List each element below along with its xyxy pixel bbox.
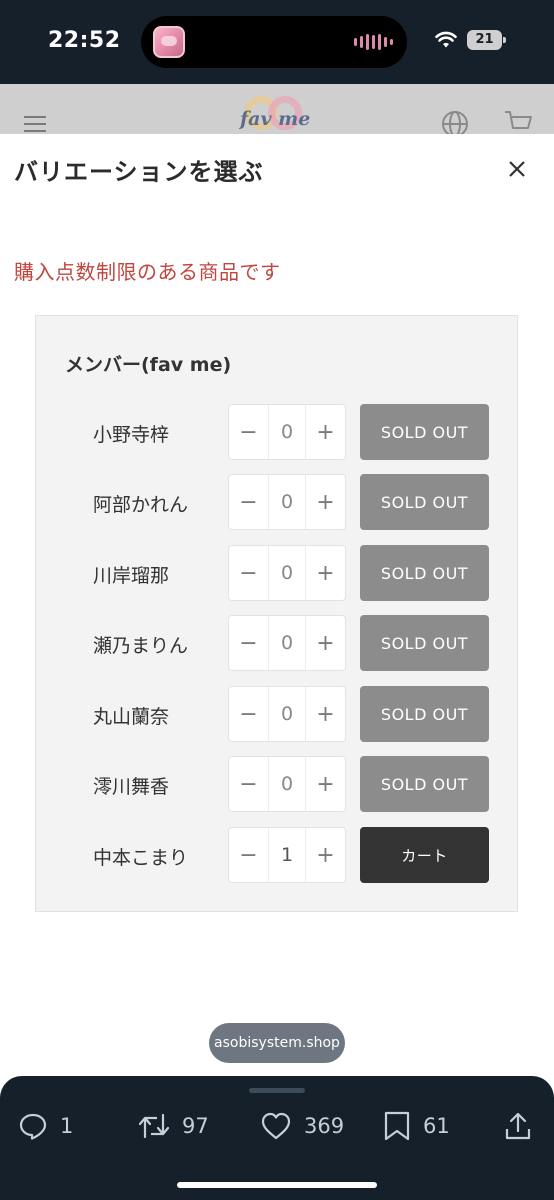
decrement-button[interactable]: − [229, 546, 268, 600]
retweet-button[interactable]: 97 [138, 1110, 209, 1142]
sold-out-button: SOLD OUT [360, 686, 489, 742]
variation-modal: バリエーションを選ぶ 購入点数制限のある商品です メンバー(fav me) 小野… [0, 134, 554, 1076]
group-label: メンバー(fav me) [65, 354, 232, 376]
shop-logo[interactable]: fav me [238, 96, 318, 134]
status-time: 22:52 [48, 28, 121, 53]
quantity-stepper: − 0 + [228, 686, 346, 742]
member-name: 丸山蘭奈 [93, 706, 170, 728]
variant-row: 川岸瑠那 − 0 + SOLD OUT [36, 545, 519, 601]
member-name: 小野寺梓 [93, 424, 170, 446]
status-bar: 22:52 21 [0, 0, 554, 84]
reply-icon [19, 1113, 47, 1140]
battery-icon: 21 [467, 30, 506, 50]
sold-out-button: SOLD OUT [360, 404, 489, 460]
hamburger-icon[interactable] [24, 116, 46, 132]
quantity-input[interactable]: 0 [268, 475, 306, 529]
cart-icon[interactable] [503, 108, 533, 134]
member-name: 川岸瑠那 [93, 565, 170, 587]
decrement-button[interactable]: − [229, 475, 268, 529]
decrement-button[interactable]: − [229, 616, 268, 670]
decrement-button[interactable]: − [229, 828, 268, 882]
quantity-stepper: − 0 + [228, 545, 346, 601]
purchase-limit-notice: 購入点数制限のある商品です [14, 260, 281, 284]
quantity-input[interactable]: 0 [268, 757, 306, 811]
quantity-stepper: − 0 + [228, 615, 346, 671]
quantity-stepper: − 1 + [228, 827, 346, 883]
close-icon[interactable] [506, 158, 528, 180]
globe-icon[interactable] [441, 110, 469, 134]
member-name: 阿部かれん [93, 494, 189, 516]
retweet-count: 97 [182, 1114, 209, 1138]
retweet-icon [138, 1113, 170, 1139]
decrement-button[interactable]: − [229, 687, 268, 741]
reply-button[interactable]: 1 [18, 1110, 73, 1142]
member-name: 瀬乃まりん [93, 635, 189, 657]
share-icon [505, 1112, 531, 1140]
sold-out-button: SOLD OUT [360, 545, 489, 601]
member-name: 中本こまり [93, 847, 189, 869]
waveform-icon [354, 34, 393, 50]
decrement-button[interactable]: − [229, 757, 268, 811]
quantity-input[interactable]: 1 [268, 828, 306, 882]
variant-row: 小野寺梓 − 0 + SOLD OUT [36, 404, 519, 460]
variant-row: 丸山蘭奈 − 0 + SOLD OUT [36, 686, 519, 742]
quantity-input[interactable]: 0 [268, 405, 306, 459]
quantity-stepper: − 0 + [228, 756, 346, 812]
variant-row: 阿部かれん − 0 + SOLD OUT [36, 474, 519, 530]
bookmark-button[interactable]: 61 [383, 1110, 450, 1142]
add-to-cart-button[interactable]: カート [360, 827, 489, 883]
increment-button[interactable]: + [306, 616, 345, 670]
quantity-input[interactable]: 0 [268, 687, 306, 741]
logo-text: fav me [240, 108, 311, 130]
increment-button[interactable]: + [306, 757, 345, 811]
url-pill[interactable]: asobisystem.shop [209, 1023, 345, 1063]
variant-row: 澪川舞香 − 0 + SOLD OUT [36, 756, 519, 812]
sold-out-button: SOLD OUT [360, 474, 489, 530]
dynamic-island[interactable] [141, 16, 407, 68]
quantity-input[interactable]: 0 [268, 546, 306, 600]
increment-button[interactable]: + [306, 828, 345, 882]
sold-out-button: SOLD OUT [360, 615, 489, 671]
increment-button[interactable]: + [306, 687, 345, 741]
quantity-input[interactable]: 0 [268, 616, 306, 670]
increment-button[interactable]: + [306, 546, 345, 600]
increment-button[interactable]: + [306, 405, 345, 459]
sheet-grabber[interactable] [249, 1088, 305, 1093]
modal-title: バリエーションを選ぶ [14, 158, 264, 186]
shop-header: fav me [0, 84, 554, 134]
now-playing-artwork [153, 26, 185, 58]
wifi-icon [435, 31, 457, 48]
like-button[interactable]: 369 [260, 1110, 344, 1142]
like-count: 369 [304, 1114, 345, 1138]
increment-button[interactable]: + [306, 475, 345, 529]
heart-icon [261, 1112, 291, 1140]
reply-count: 1 [60, 1114, 74, 1138]
bookmark-count: 61 [423, 1114, 450, 1138]
sold-out-button: SOLD OUT [360, 756, 489, 812]
share-button[interactable] [503, 1110, 545, 1142]
variant-row: 瀬乃まりん − 0 + SOLD OUT [36, 615, 519, 671]
home-indicator[interactable] [177, 1182, 377, 1188]
variant-box: メンバー(fav me) 小野寺梓 − 0 + SOLD OUT 阿部かれん −… [35, 315, 518, 912]
bookmark-icon [384, 1111, 410, 1141]
quantity-stepper: − 0 + [228, 404, 346, 460]
quantity-stepper: − 0 + [228, 474, 346, 530]
variant-row: 中本こまり − 1 + カート [36, 827, 519, 883]
decrement-button[interactable]: − [229, 405, 268, 459]
member-name: 澪川舞香 [93, 776, 170, 798]
